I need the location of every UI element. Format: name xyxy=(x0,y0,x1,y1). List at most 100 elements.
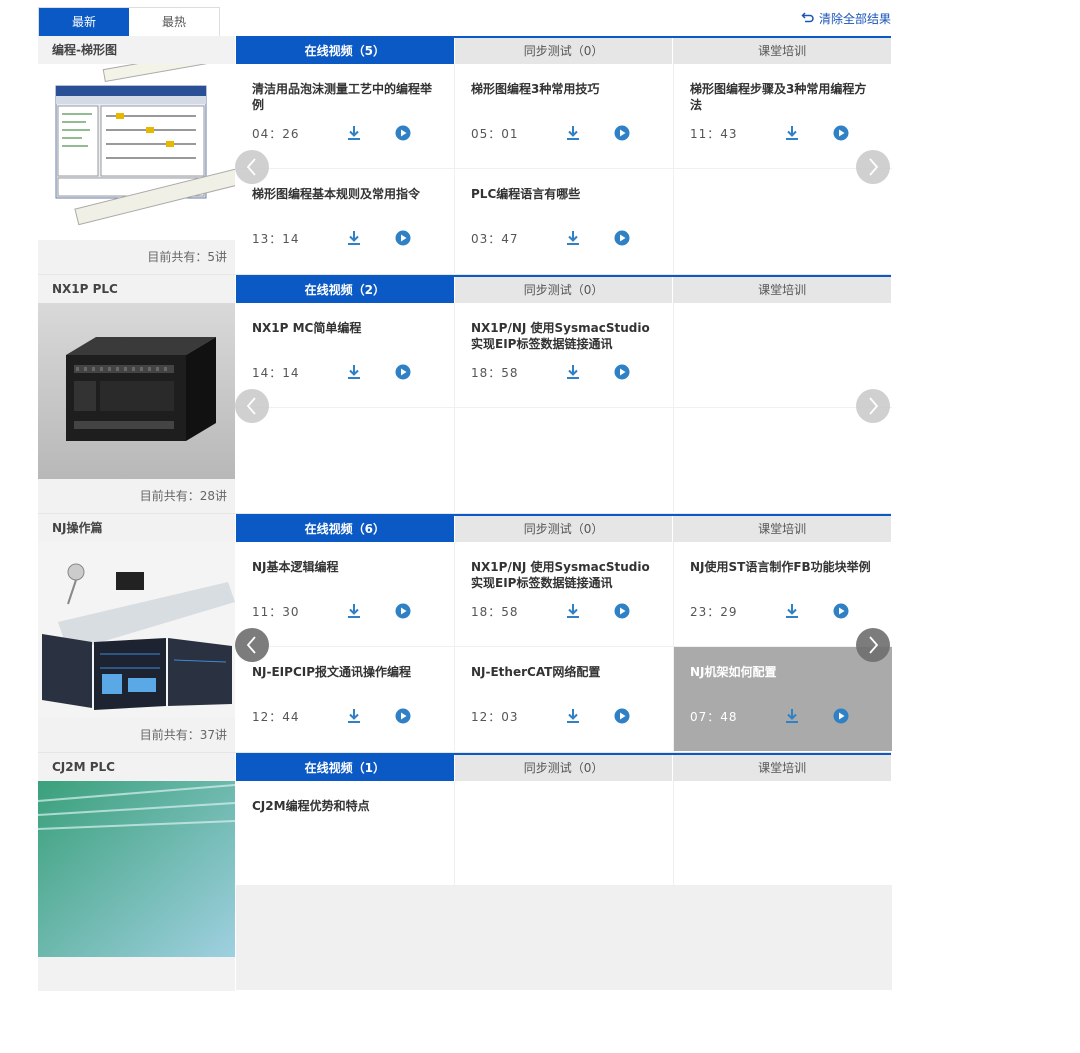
play-icon[interactable] xyxy=(395,230,411,246)
course-thumbnail[interactable] xyxy=(38,542,235,718)
lesson-card[interactable]: NX1P/NJ 使用SysmacStudio实现EIP标签数据链接通讯 18：58 xyxy=(455,303,673,407)
download-icon[interactable] xyxy=(565,125,581,141)
play-icon[interactable] xyxy=(614,364,630,380)
course-name[interactable]: CJ2M PLC xyxy=(38,753,235,781)
tab-classroom-training[interactable]: 课堂培训 xyxy=(672,516,892,542)
next-arrow[interactable] xyxy=(856,389,890,423)
empty-slot xyxy=(455,781,673,885)
sort-tab-hottest[interactable]: 最热 xyxy=(129,8,219,36)
lesson-card[interactable]: NJ基本逻辑编程 11：30 xyxy=(236,542,454,646)
download-icon[interactable] xyxy=(346,230,362,246)
tab-classroom-training[interactable]: 课堂培训 xyxy=(672,38,892,64)
download-icon[interactable] xyxy=(346,125,362,141)
course-name[interactable]: 编程-梯形图 xyxy=(38,36,235,64)
tab-classroom-training[interactable]: 课堂培训 xyxy=(672,755,892,781)
download-icon[interactable] xyxy=(565,364,581,380)
download-icon[interactable] xyxy=(565,708,581,724)
download-icon[interactable] xyxy=(784,125,800,141)
tab-classroom-training[interactable]: 课堂培训 xyxy=(672,277,892,303)
lesson-title[interactable]: CJ2M编程优势和特点 xyxy=(252,798,438,832)
lesson-count: 目前共有：37讲 xyxy=(38,718,235,752)
tab-sync-test[interactable]: 同步测试（0） xyxy=(453,277,673,303)
prev-arrow[interactable] xyxy=(235,150,269,184)
lesson-card[interactable]: PLC编程语言有哪些 03：47 xyxy=(455,169,673,273)
sort-tab-newest[interactable]: 最新 xyxy=(39,8,129,36)
lesson-title[interactable]: NJ使用ST语言制作FB功能块举例 xyxy=(690,559,876,593)
download-icon[interactable] xyxy=(346,708,362,724)
download-icon[interactable] xyxy=(346,364,362,380)
lesson-count: 目前共有：5讲 xyxy=(38,240,235,274)
play-icon[interactable] xyxy=(614,603,630,619)
empty-slot xyxy=(674,303,892,407)
download-icon[interactable] xyxy=(346,603,362,619)
play-icon[interactable] xyxy=(395,125,411,141)
course-content: 在线视频（1） 同步测试（0） 课堂培训 CJ2M编程优势和特点 xyxy=(236,753,892,991)
lesson-duration: 18：58 xyxy=(471,366,519,380)
prev-arrow[interactable] xyxy=(235,628,269,662)
course-thumbnail[interactable] xyxy=(38,303,235,479)
tab-online-video[interactable]: 在线视频（1） xyxy=(236,755,454,781)
clear-all-results-button[interactable]: 清除全部结果 xyxy=(801,10,891,27)
course-name[interactable]: NJ操作篇 xyxy=(38,514,235,542)
lesson-card[interactable]: NJ使用ST语言制作FB功能块举例 23：29 xyxy=(674,542,892,646)
course-row: 编程-梯形图 目前共有：5讲 在线视频（5） 同步测试（0） 课堂培训 清洁用品… xyxy=(38,36,892,275)
play-icon[interactable] xyxy=(395,364,411,380)
lesson-title[interactable]: 清洁用品泡沫测量工艺中的编程举例 xyxy=(252,81,438,115)
lesson-title[interactable]: PLC编程语言有哪些 xyxy=(471,186,657,220)
play-icon[interactable] xyxy=(833,125,849,141)
course-name[interactable]: NX1P PLC xyxy=(38,275,235,303)
lesson-card[interactable]: CJ2M编程优势和特点 xyxy=(236,781,454,885)
play-icon[interactable] xyxy=(614,708,630,724)
lesson-card[interactable]: NJ-EIPCIP报文通讯操作编程 12：44 xyxy=(236,647,454,751)
download-icon[interactable] xyxy=(784,708,800,724)
lesson-title[interactable]: NX1P/NJ 使用SysmacStudio实现EIP标签数据链接通讯 xyxy=(471,320,657,354)
top-bar: 最新 最热 清除全部结果 xyxy=(38,0,891,37)
lesson-title[interactable]: NX1P/NJ 使用SysmacStudio实现EIP标签数据链接通讯 xyxy=(471,559,657,593)
play-icon[interactable] xyxy=(614,125,630,141)
next-arrow[interactable] xyxy=(856,628,890,662)
play-icon[interactable] xyxy=(395,708,411,724)
tab-sync-test[interactable]: 同步测试（0） xyxy=(453,755,673,781)
lesson-card[interactable]: NJ机架如何配置 07：48 xyxy=(674,647,892,751)
lesson-title[interactable]: NJ-EIPCIP报文通讯操作编程 xyxy=(252,664,438,698)
lesson-card[interactable]: NX1P MC简单编程 14：14 xyxy=(236,303,454,407)
lesson-duration: 13：14 xyxy=(252,232,300,246)
chevron-right-icon xyxy=(866,158,880,176)
tab-online-video[interactable]: 在线视频（5） xyxy=(236,38,454,64)
course-info: 编程-梯形图 目前共有：5讲 xyxy=(38,36,235,274)
chevron-left-icon xyxy=(245,636,259,654)
lesson-duration: 14：14 xyxy=(252,366,300,380)
course-tabs: 在线视频（5） 同步测试（0） 课堂培训 xyxy=(236,36,892,64)
play-icon[interactable] xyxy=(833,708,849,724)
play-icon[interactable] xyxy=(833,603,849,619)
prev-arrow[interactable] xyxy=(235,389,269,423)
lesson-card[interactable]: NX1P/NJ 使用SysmacStudio实现EIP标签数据链接通讯 18：58 xyxy=(455,542,673,646)
play-icon[interactable] xyxy=(395,603,411,619)
tab-online-video[interactable]: 在线视频（6） xyxy=(236,516,454,542)
play-icon[interactable] xyxy=(614,230,630,246)
lesson-title[interactable]: 梯形图编程步骤及3种常用编程方法 xyxy=(690,81,876,115)
tab-online-video[interactable]: 在线视频（2） xyxy=(236,277,454,303)
lesson-duration: 11：43 xyxy=(690,127,738,141)
empty-slot xyxy=(674,781,892,885)
lesson-card[interactable]: 梯形图编程基本规则及常用指令 13：14 xyxy=(236,169,454,273)
lesson-title[interactable]: NJ基本逻辑编程 xyxy=(252,559,438,593)
lesson-title[interactable]: 梯形图编程基本规则及常用指令 xyxy=(252,186,438,220)
tab-sync-test[interactable]: 同步测试（0） xyxy=(453,516,673,542)
next-arrow[interactable] xyxy=(856,150,890,184)
lesson-card[interactable]: 梯形图编程3种常用技巧 05：01 xyxy=(455,64,673,168)
lesson-title[interactable]: NJ-EtherCAT网络配置 xyxy=(471,664,657,698)
download-icon[interactable] xyxy=(565,603,581,619)
lesson-title[interactable]: NJ机架如何配置 xyxy=(690,664,876,698)
download-icon[interactable] xyxy=(784,603,800,619)
course-thumbnail[interactable] xyxy=(38,64,235,240)
course-content: 在线视频（2） 同步测试（0） 课堂培训 NX1P MC简单编程 14：14 NX1… xyxy=(235,275,892,513)
course-thumbnail[interactable] xyxy=(38,781,235,957)
lesson-title[interactable]: 梯形图编程3种常用技巧 xyxy=(471,81,657,115)
lesson-card[interactable]: 清洁用品泡沫测量工艺中的编程举例 04：26 xyxy=(236,64,454,168)
lesson-card[interactable]: NJ-EtherCAT网络配置 12：03 xyxy=(455,647,673,751)
download-icon[interactable] xyxy=(565,230,581,246)
lesson-card[interactable]: 梯形图编程步骤及3种常用编程方法 11：43 xyxy=(674,64,892,168)
tab-sync-test[interactable]: 同步测试（0） xyxy=(453,38,673,64)
lesson-title[interactable]: NX1P MC简单编程 xyxy=(252,320,438,354)
